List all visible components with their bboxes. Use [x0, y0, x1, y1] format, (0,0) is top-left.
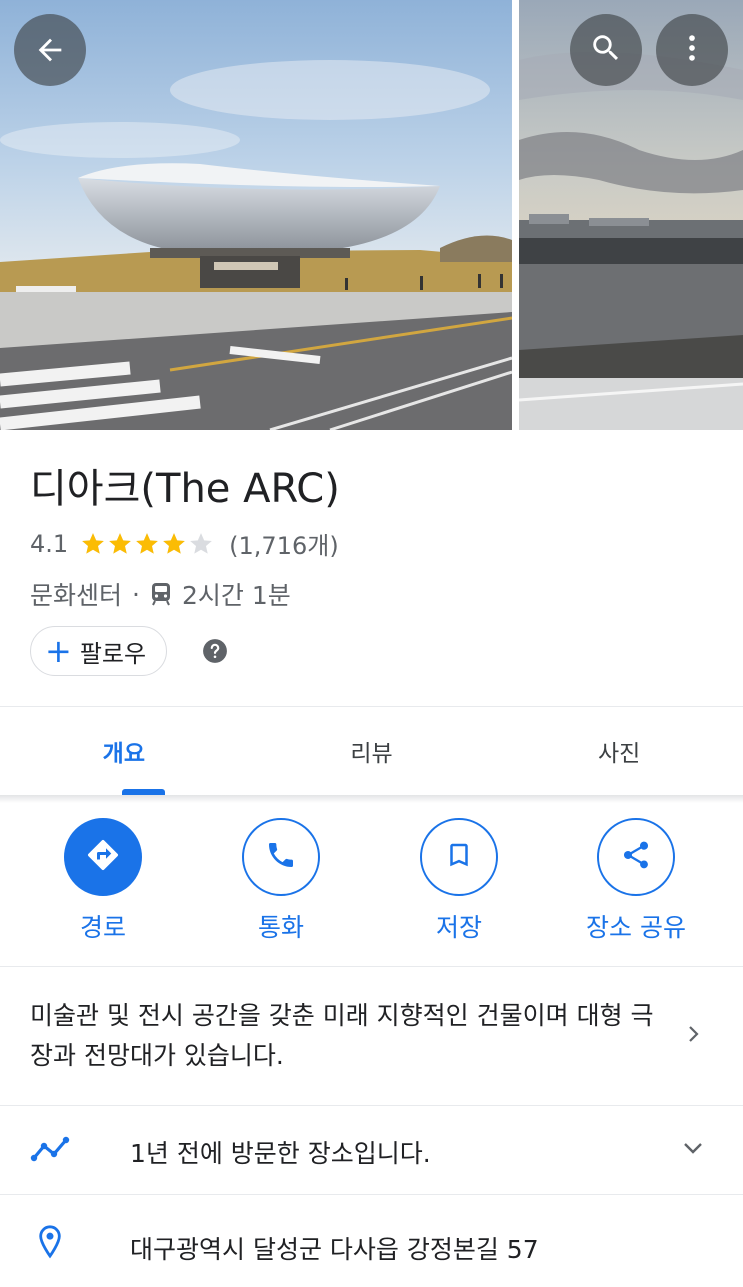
star-icon	[82, 532, 105, 554]
call-icon-circle	[242, 818, 320, 896]
chevron-right-icon[interactable]	[684, 1022, 704, 1050]
star-icon	[190, 532, 213, 554]
category-label: 문화센터	[30, 581, 123, 610]
timeline-icon	[30, 1134, 72, 1168]
section-divider	[0, 966, 743, 967]
photo-header	[0, 0, 743, 430]
share-icon	[620, 839, 652, 875]
bookmark-icon	[444, 839, 474, 875]
star-icon	[109, 532, 132, 554]
section-divider	[0, 1105, 743, 1106]
more-options-button[interactable]	[656, 14, 728, 86]
directions-button[interactable]: 경로	[64, 818, 142, 944]
category-row: 문화센터 · 2시간 1분	[30, 576, 291, 612]
search-button[interactable]	[570, 14, 642, 86]
tab-bar: 개요 리뷰 사진	[0, 707, 743, 795]
directions-label: 경로	[79, 913, 126, 942]
back-button[interactable]	[14, 14, 86, 86]
action-buttons: 경로 통화 저장 장소 공유	[0, 818, 743, 948]
call-button[interactable]: 통화	[242, 818, 320, 944]
main-photo[interactable]	[0, 0, 512, 430]
phone-icon	[265, 839, 297, 875]
tab-reviews[interactable]: 리뷰	[248, 707, 496, 795]
place-description[interactable]: 미술관 및 전시 공간을 갖춘 미래 지향적인 건물이며 대형 극장과 전망대가…	[30, 996, 670, 1076]
follow-button[interactable]: + 팔로우	[30, 626, 168, 676]
review-count: (1,716개)	[229, 532, 339, 560]
location-pin-icon	[36, 1224, 64, 1264]
address-text[interactable]: 대구광역시 달성군 다사읍 강정본길 57	[130, 1230, 539, 1266]
save-icon-circle	[420, 818, 498, 896]
help-icon[interactable]	[202, 638, 228, 668]
transit-time: 2시간 1분	[181, 581, 291, 610]
arrow-back-icon	[33, 33, 67, 67]
save-button[interactable]: 저장	[420, 818, 498, 944]
plus-icon: +	[45, 632, 72, 670]
star-icon	[163, 532, 186, 554]
rating-value: 4.1	[30, 529, 69, 558]
follow-label: 팔로우	[79, 639, 147, 668]
tab-overview[interactable]: 개요	[0, 707, 248, 795]
star-icon	[136, 532, 159, 554]
save-label: 저장	[435, 913, 482, 942]
call-label: 통화	[257, 913, 304, 942]
directions-icon-circle	[64, 818, 142, 896]
share-icon-circle	[596, 818, 675, 896]
rating-stars	[80, 531, 215, 557]
place-title: 디아크(The ARC)	[30, 466, 340, 512]
tab-photos[interactable]: 사진	[495, 707, 743, 795]
separator-dot: ·	[132, 579, 140, 609]
tabs-shadow	[0, 795, 743, 803]
train-icon	[150, 582, 172, 606]
section-divider	[0, 1194, 743, 1195]
rating-row[interactable]: 4.1 (1,716개)	[30, 526, 339, 561]
search-icon	[589, 31, 623, 69]
share-place-label: 장소 공유	[586, 913, 686, 942]
share-place-button[interactable]: 장소 공유	[586, 818, 686, 944]
chevron-down-icon[interactable]	[680, 1136, 706, 1164]
more-vert-icon	[675, 31, 709, 69]
directions-icon	[85, 837, 121, 877]
visit-history-text[interactable]: 1년 전에 방문한 장소입니다.	[130, 1134, 431, 1170]
